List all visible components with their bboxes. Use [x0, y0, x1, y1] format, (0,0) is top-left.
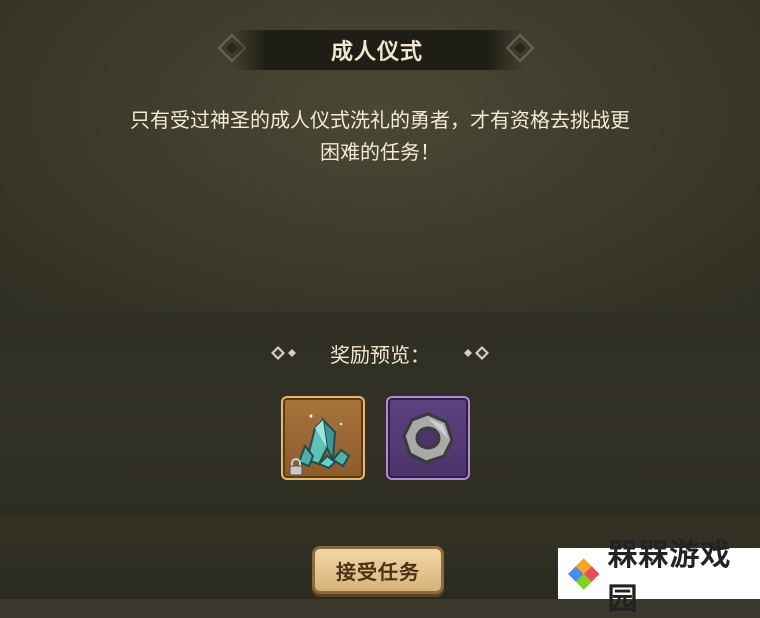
left-ornament-icon: [271, 346, 296, 360]
page-title: 成人仪式: [330, 40, 423, 65]
stone-ring-icon: [402, 412, 454, 464]
right-ornament-icon: [464, 346, 489, 360]
reward-item-crystal[interactable]: [281, 396, 365, 480]
reward-preview-header: 奖励预览：: [0, 336, 760, 370]
watermark: 槑槑游戏园: [558, 538, 760, 617]
description-line-1: 只有受过神圣的成人仪式洗礼的勇者，才有资格去挑战更: [130, 108, 630, 132]
description-line-2: 困难的任务！: [320, 140, 440, 164]
quest-description: 只有受过神圣的成人仪式洗礼的勇者，才有资格去挑战更 困难的任务！: [90, 104, 670, 168]
reward-preview-label: 奖励预览：: [330, 342, 430, 367]
watermark-logo-icon: [567, 557, 600, 590]
title-banner: 成人仪式: [232, 30, 522, 70]
watermark-text: 槑槑游戏园: [607, 537, 732, 617]
lock-icon: [289, 458, 303, 476]
accept-quest-button[interactable]: 接受任务: [312, 546, 444, 594]
title-right-diamond-icon: [506, 34, 534, 62]
accept-quest-label: 接受任务: [336, 559, 420, 584]
reward-item-stone-ring[interactable]: [386, 396, 470, 480]
